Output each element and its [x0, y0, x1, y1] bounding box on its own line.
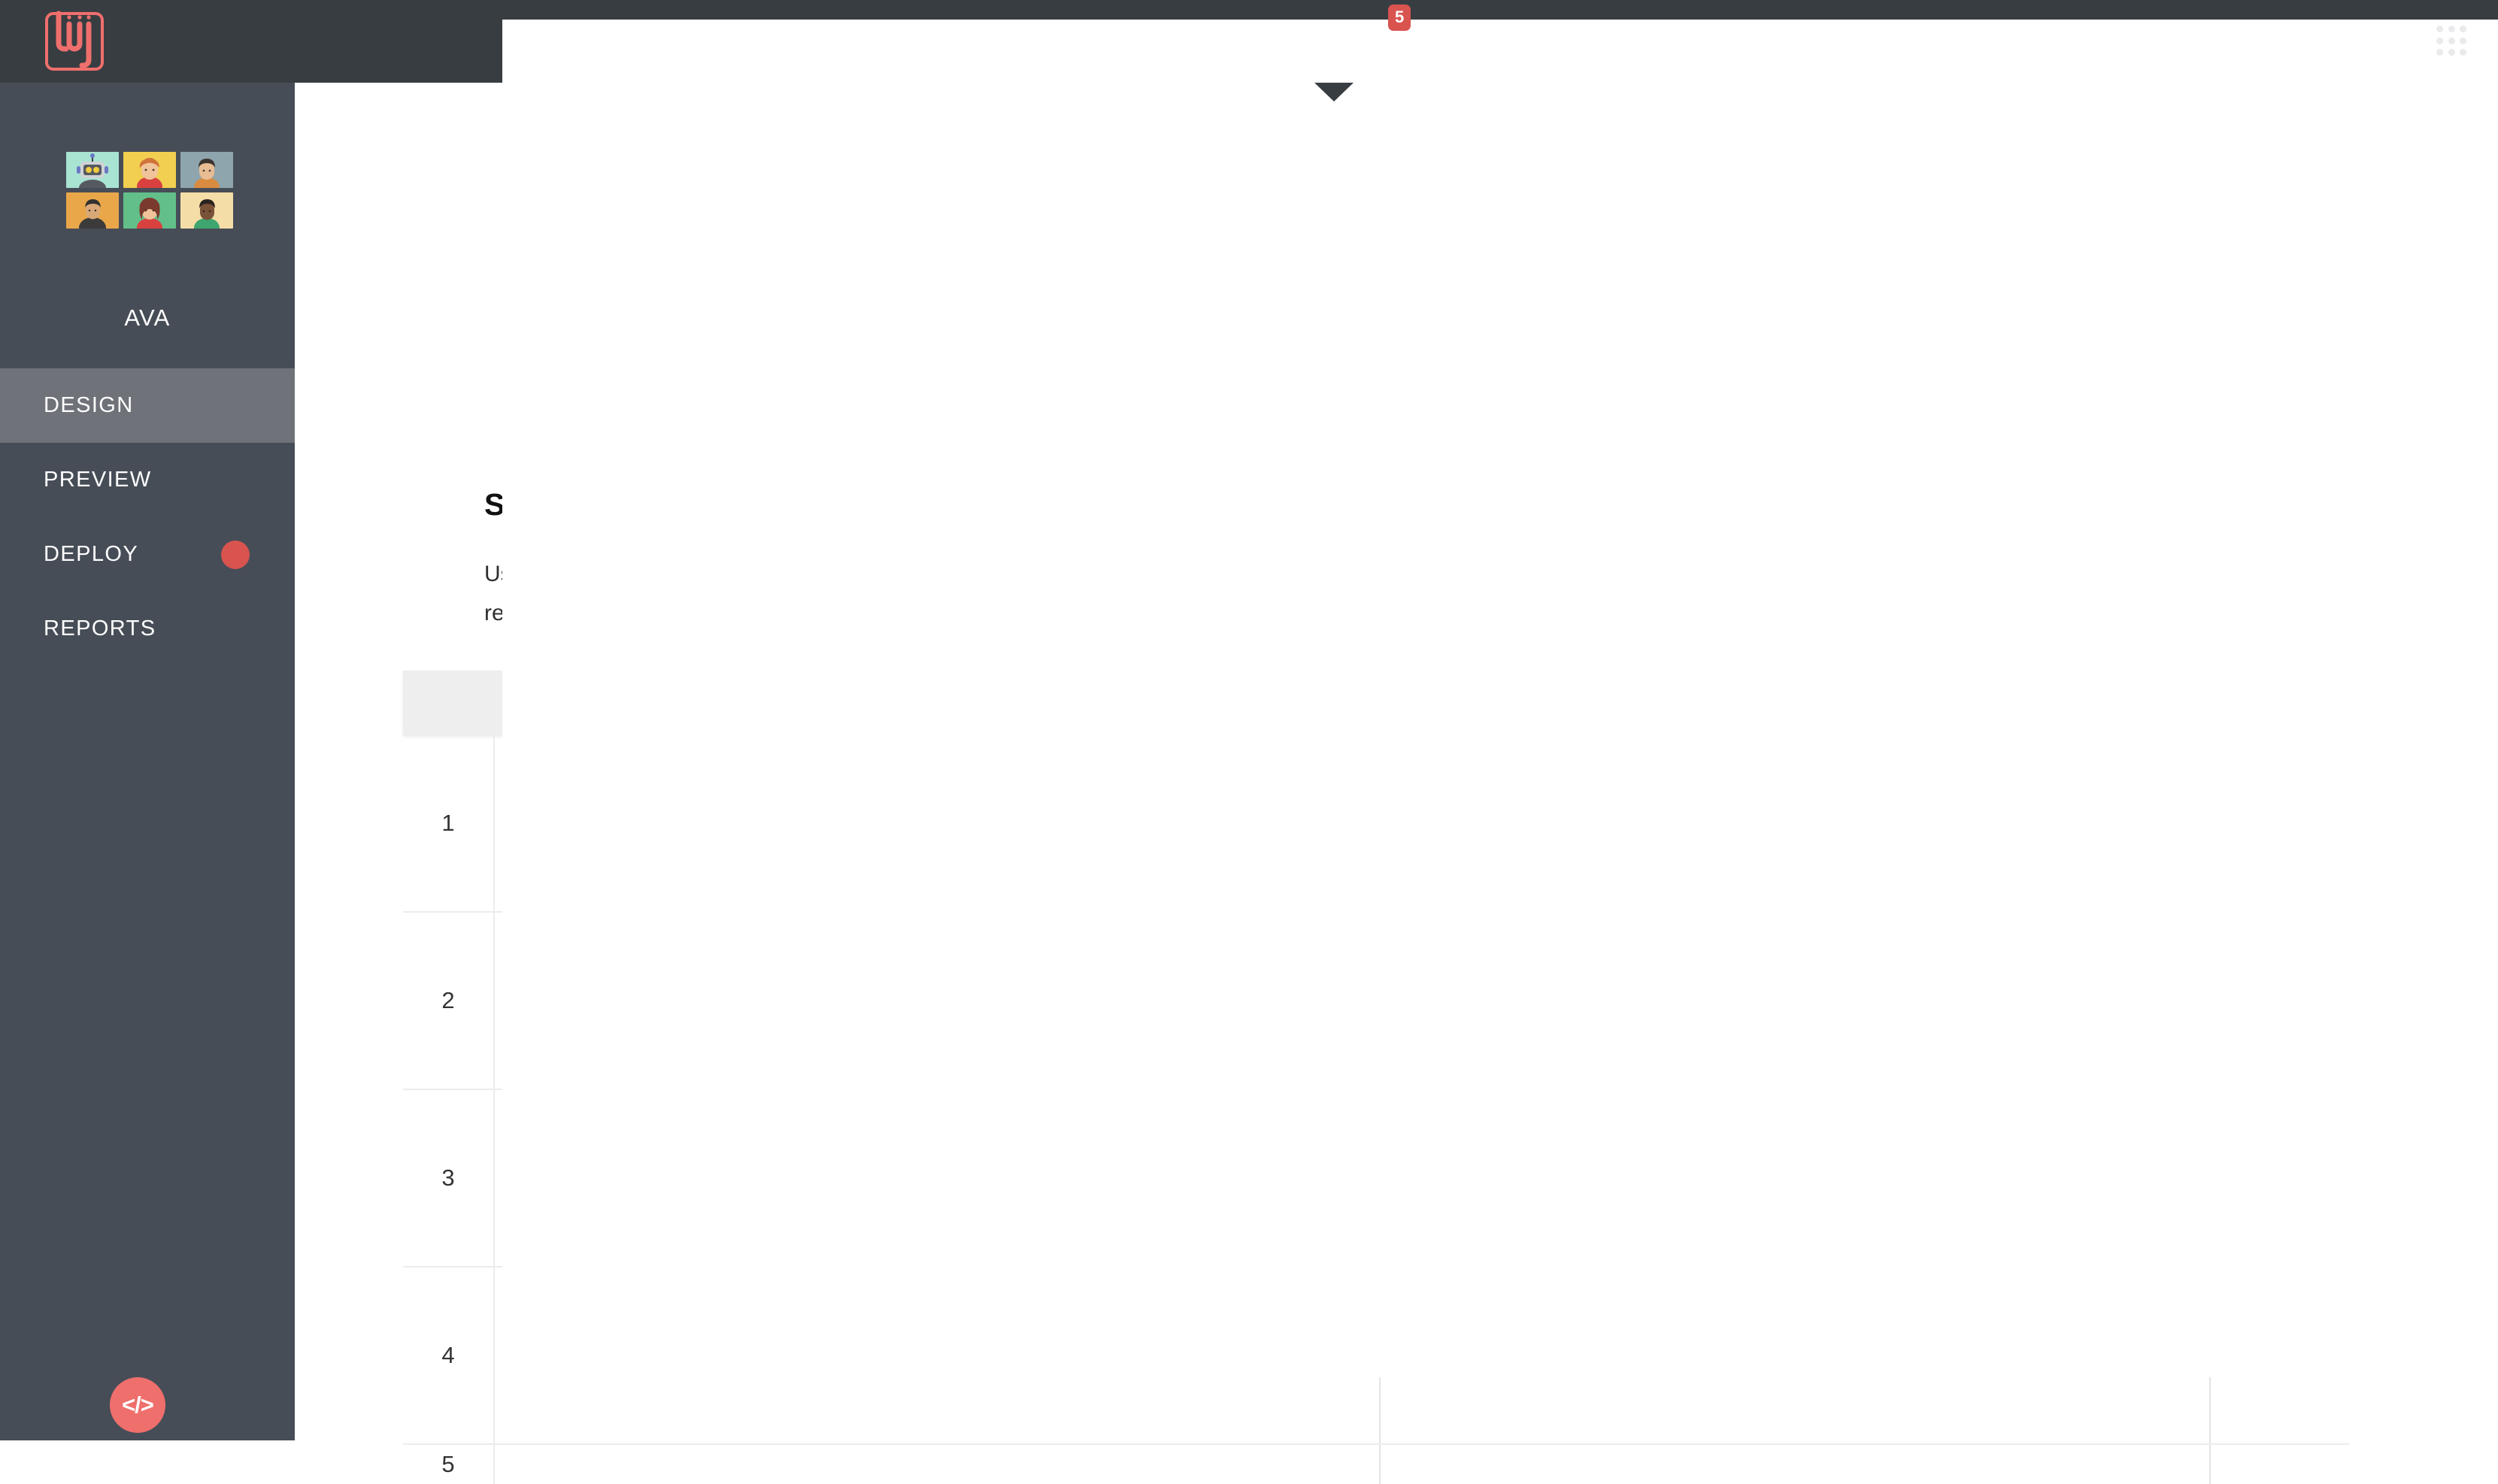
- deploy-status-dot: [221, 540, 250, 569]
- row-number: 1: [441, 810, 455, 836]
- top-navigation-bar: MAIN CHAT FLOW Q&A BOARD 5 CHATBOT SETTI…: [0, 0, 2498, 1377]
- man-avatar-2[interactable]: [66, 192, 119, 229]
- sidebar-item-preview[interactable]: PREVIEW: [0, 443, 295, 517]
- sidebar-item-reports-label: REPORTS: [44, 616, 156, 641]
- woman-avatar-3[interactable]: [180, 192, 233, 229]
- table-row: 5: [403, 1445, 2349, 1484]
- grid-dots-icon[interactable]: [2436, 26, 2468, 57]
- row-number: 5: [441, 1451, 455, 1477]
- tab-chatbot-settings[interactable]: CHATBOT SETTINGS: [1880, 20, 2124, 45]
- row-checkbox-cell: [2211, 1445, 2349, 1484]
- juji-logo[interactable]: [44, 11, 105, 72]
- sidebar-item-design[interactable]: DESIGN: [0, 368, 295, 443]
- code-icon: </>: [122, 1392, 154, 1418]
- active-tab-pointer: [1314, 83, 1354, 101]
- tab-main-chat-flow[interactable]: MAIN CHAT FLOW: [502, 20, 2498, 1377]
- tab-qa-board[interactable]: Q&A BOARD 5: [1233, 5, 1411, 42]
- man-avatar-1[interactable]: [180, 152, 233, 188]
- row-response-placeholder[interactable]: [1382, 1445, 2211, 1484]
- row-question[interactable]: [493, 1445, 1381, 1484]
- robot-avatar[interactable]: [66, 152, 119, 188]
- embed-code-button[interactable]: </>: [110, 1377, 165, 1433]
- sidebar-nav: DESIGN PREVIEW DEPLOY REPORTS: [0, 368, 295, 666]
- sidebar-item-preview-label: PREVIEW: [44, 468, 152, 492]
- tab-qa-board-label: Q&A BOARD: [1233, 17, 1383, 41]
- sidebar-item-reports[interactable]: REPORTS: [0, 592, 295, 666]
- row-number: 2: [441, 987, 455, 1013]
- row-number: 3: [441, 1164, 455, 1191]
- tab-main-chat-flow-label: MAIN CHAT FLOW: [502, 20, 713, 44]
- bot-name-label: AVA: [124, 304, 171, 331]
- sidebar: AVA DESIGN PREVIEW DEPLOY REPORTS </>: [0, 83, 295, 1440]
- woman-avatar-1[interactable]: [123, 152, 176, 188]
- sidebar-item-deploy-label: DEPLOY: [44, 542, 139, 566]
- avatar-selector[interactable]: [66, 152, 233, 229]
- sidebar-item-design-label: DESIGN: [44, 393, 134, 417]
- row-number: 4: [441, 1342, 455, 1368]
- sidebar-item-deploy[interactable]: DEPLOY: [0, 517, 295, 592]
- woman-avatar-2[interactable]: [123, 192, 176, 229]
- tab-chatbot-settings-label: CHATBOT SETTINGS: [1880, 20, 2124, 44]
- qa-board-badge: 5: [1388, 5, 1411, 31]
- bot-name: AVA: [0, 304, 295, 417]
